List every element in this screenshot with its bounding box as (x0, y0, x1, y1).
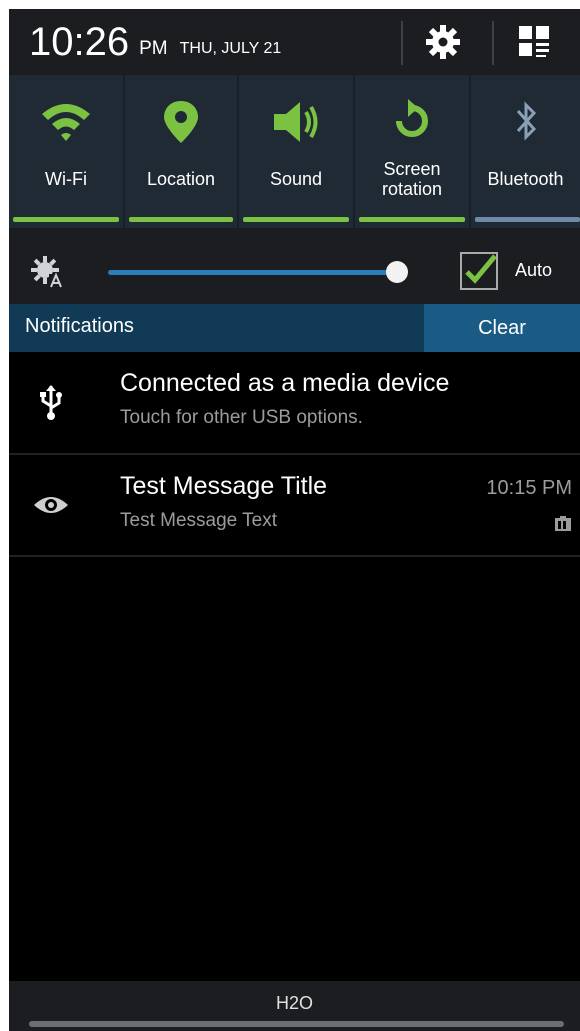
notifications-title: Notifications (25, 315, 134, 337)
shade-drag-handle[interactable] (29, 1021, 564, 1027)
toggle-active-bar (129, 217, 233, 222)
notification-title: Test Message Title (120, 472, 328, 500)
brightness-slider-thumb[interactable] (386, 261, 408, 283)
clear-button[interactable]: Clear (424, 304, 580, 352)
auto-brightness-label: Auto (515, 260, 553, 280)
toggle-bluetooth[interactable]: Bluetooth (471, 75, 580, 228)
clock-date: THU, JULY 21 (179, 40, 282, 57)
notification-test-message[interactable]: Test Message Title Test Message Text 10:… (9, 455, 580, 555)
auto-brightness-checkbox[interactable] (460, 252, 498, 290)
toggle-wifi[interactable]: Wi-Fi (9, 75, 123, 228)
grid-edit-icon[interactable] (515, 22, 555, 62)
eye-icon (34, 497, 68, 513)
small-app-icon (555, 516, 571, 531)
toggle-label: Bluetooth (487, 169, 564, 189)
header-divider (401, 21, 403, 65)
rotation-icon (396, 99, 428, 137)
toggle-screen-rotation[interactable]: Screen rotation (355, 75, 469, 228)
toggle-active-bar (359, 217, 465, 222)
status-header: 10:26 PM THU, JULY 21 (9, 9, 580, 75)
speaker-icon (274, 102, 318, 142)
toggle-inactive-bar (475, 217, 580, 222)
toggle-label: Wi-Fi (45, 169, 87, 189)
toggle-label: Screen rotation (355, 159, 469, 199)
brightness-slider-fill[interactable] (108, 270, 398, 275)
notification-shade: 10:26 PM THU, JULY 21 Wi-Fi Location Sou… (9, 9, 580, 1031)
quick-settings-panel: Wi-Fi Location Sound Screen rotation Blu… (9, 75, 580, 228)
brightness-row: Auto (9, 228, 580, 313)
toggle-sound[interactable]: Sound (239, 75, 353, 228)
toggle-location[interactable]: Location (125, 75, 237, 228)
header-divider (492, 21, 494, 65)
toggle-active-bar (243, 217, 349, 222)
checkmark-icon (465, 254, 496, 284)
notification-text: Test Message Text (120, 510, 278, 531)
toggle-label: Location (146, 169, 216, 189)
notifications-header: Notifications Clear (9, 304, 580, 352)
toggle-active-bar (13, 217, 119, 222)
wifi-icon (42, 104, 90, 141)
clock-ampm: PM (139, 38, 168, 59)
auto-brightness-icon (31, 256, 63, 288)
notification-title: Connected as a media device (120, 369, 450, 397)
clock-time: 10:26 (29, 19, 130, 64)
bluetooth-icon (516, 101, 536, 141)
gear-icon[interactable] (423, 22, 463, 62)
location-pin-icon (164, 101, 198, 143)
toggle-label-text: Screen rotation (381, 159, 443, 199)
notification-time: 10:15 PM (486, 477, 572, 499)
notification-text: Touch for other USB options. (120, 407, 363, 428)
usb-icon (40, 385, 62, 420)
carrier-label: H2O (275, 993, 313, 1013)
notification-divider (9, 555, 580, 557)
notification-usb[interactable]: Connected as a media device Touch for ot… (9, 352, 580, 452)
carrier-bar: H2O (9, 981, 580, 1031)
toggle-label: Sound (269, 169, 323, 189)
